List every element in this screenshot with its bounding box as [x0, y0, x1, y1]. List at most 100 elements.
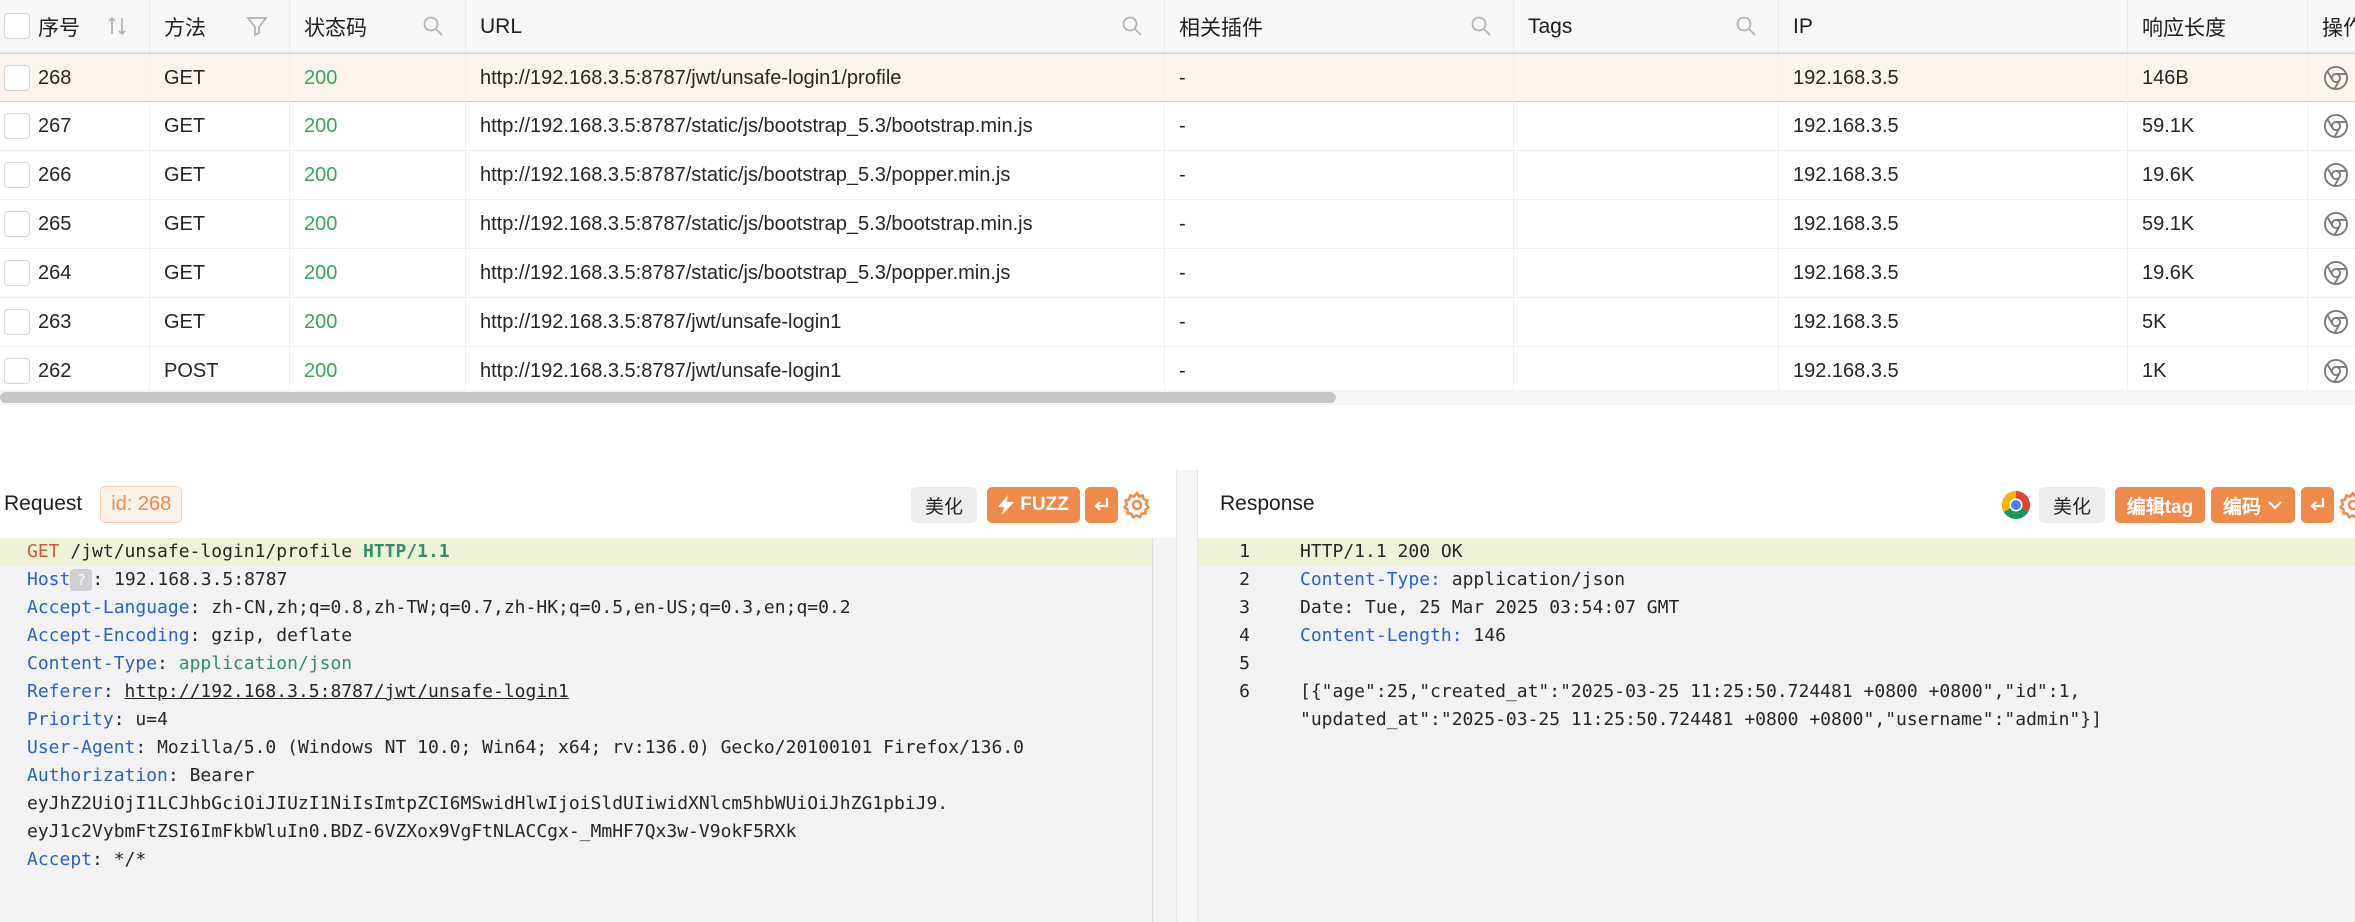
open-in-browser-icon[interactable] — [2322, 210, 2350, 238]
header-line-accept-encoding: Accept-Encoding: gzip, deflate — [27, 625, 353, 646]
response-wrap-toggle-button[interactable] — [2301, 487, 2334, 523]
header-line-accept: Accept: */* — [27, 849, 147, 870]
header-line-accept-language: Accept-Language: zh-CN,zh;q=0.8,zh-TW;q=… — [27, 597, 851, 618]
cell-plugin: - — [1165, 102, 1514, 150]
settings-gear-icon[interactable] — [2338, 490, 2355, 520]
requests-table: 序号 方法 状态码 URL 相关插件 Tags IP 响应长度 操作 268 G… — [0, 0, 2355, 405]
cell-ip: 192.168.3.5 — [1779, 298, 2128, 346]
cell-length: 1K — [2128, 347, 2308, 395]
cell-status: 200 — [290, 102, 466, 150]
cell-status: 200 — [290, 249, 466, 297]
table-row[interactable]: 268 GET 200 http://192.168.3.5:8787/jwt/uns… — [0, 53, 2355, 102]
cell-actions — [2308, 102, 2355, 150]
editor-scrollbar[interactable] — [1152, 538, 1176, 922]
header-line-referer: Referer: http://192.168.3.5:8787/jwt/uns… — [27, 681, 569, 702]
settings-gear-icon[interactable] — [1122, 490, 1152, 520]
beautify-button[interactable]: 美化 — [911, 487, 977, 523]
col-header-plugin[interactable]: 相关插件 — [1165, 0, 1514, 53]
table-row[interactable]: 266 GET 200 http://192.168.3.5:8787/static/… — [0, 151, 2355, 200]
cell-ip: 192.168.3.5 — [1779, 249, 2128, 297]
cell-method: GET — [150, 200, 290, 248]
referer-link[interactable]: http://192.168.3.5:8787/jwt/unsafe-login… — [125, 681, 569, 702]
cell-url: http://192.168.3.5:8787/static/js/bootst… — [466, 151, 1165, 199]
cell-length: 19.6K — [2128, 151, 2308, 199]
search-icon[interactable] — [421, 14, 445, 38]
cell-plugin: - — [1165, 249, 1514, 297]
cell-tags — [1514, 249, 1779, 297]
cell-url: http://192.168.3.5:8787/jwt/unsafe-login… — [466, 347, 1165, 395]
search-icon[interactable] — [1734, 14, 1758, 38]
cell-index: 265 — [24, 200, 150, 248]
cell-actions — [2308, 54, 2355, 102]
response-beautify-button[interactable]: 美化 — [2039, 487, 2105, 523]
cell-tags — [1514, 298, 1779, 346]
cell-plugin: - — [1165, 54, 1514, 102]
cell-length: 59.1K — [2128, 102, 2308, 150]
cell-url: http://192.168.3.5:8787/static/js/bootst… — [466, 200, 1165, 248]
request-line: GET /jwt/unsafe-login1/profile HTTP/1.1 — [0, 538, 1176, 566]
cell-plugin: - — [1165, 200, 1514, 248]
response-line: 3 Date: Tue, 25 Mar 2025 03:54:07 GMT — [1239, 597, 1680, 618]
col-header-ip[interactable]: IP — [1779, 0, 2128, 53]
request-editor[interactable]: GET /jwt/unsafe-login1/profile HTTP/1.1 … — [0, 538, 1176, 922]
header-line-user-agent: User-Agent: Mozilla/5.0 (Windows NT 10.0… — [27, 737, 1025, 758]
open-in-browser-icon[interactable] — [2322, 64, 2350, 92]
table-row[interactable]: 262 POST 200 http://192.168.3.5:8787/jwt/un… — [0, 347, 2355, 396]
col-header-length[interactable]: 响应长度 — [2128, 0, 2308, 53]
cell-url: http://192.168.3.5:8787/jwt/unsafe-login… — [466, 54, 1165, 102]
response-pane: Response 美化 编辑tag 编码 1 HTTP/1.1 200 OK 2C… — [1198, 470, 2355, 922]
pane-splitter[interactable] — [1176, 470, 1198, 922]
cell-method: GET — [150, 249, 290, 297]
cell-url: http://192.168.3.5:8787/static/js/bootst… — [466, 249, 1165, 297]
cell-url: http://192.168.3.5:8787/jwt/unsafe-login… — [466, 298, 1165, 346]
search-icon[interactable] — [1120, 14, 1144, 38]
cell-index: 263 — [24, 298, 150, 346]
open-in-browser-icon[interactable] — [2322, 308, 2350, 336]
search-icon[interactable] — [1469, 14, 1493, 38]
table-row[interactable]: 264 GET 200 http://192.168.3.5:8787/static/… — [0, 249, 2355, 298]
cell-status: 200 — [290, 200, 466, 248]
open-in-browser-icon[interactable] — [2322, 112, 2350, 140]
horizontal-scrollbar[interactable] — [0, 392, 1336, 403]
response-line: 4 Content-Length: 146 — [1239, 625, 1506, 646]
cell-index: 264 — [24, 249, 150, 297]
response-line: 1 HTTP/1.1 200 OK — [1198, 538, 2355, 566]
col-header-status[interactable]: 状态码 — [290, 0, 466, 53]
col-header-actions: 操作 — [2322, 16, 2355, 40]
open-in-browser-icon[interactable] — [2322, 259, 2350, 287]
response-viewer[interactable]: 1 HTTP/1.1 200 OK 2 Content-Type: applicat… — [1198, 538, 2355, 922]
table-header: 序号 方法 状态码 URL 相关插件 Tags IP 响应长度 操作 — [0, 0, 2355, 53]
cell-index: 267 — [24, 102, 150, 150]
col-header-url[interactable]: URL — [466, 0, 1165, 53]
cell-length: 5K — [2128, 298, 2308, 346]
filter-icon[interactable] — [245, 14, 269, 38]
table-row[interactable]: 265 GET 200 http://192.168.3.5:8787/static/… — [0, 200, 2355, 249]
chrome-icon[interactable] — [2001, 490, 2031, 520]
col-header-method[interactable]: 方法 — [150, 0, 290, 53]
cell-ip: 192.168.3.5 — [1779, 102, 2128, 150]
cell-index: 262 — [24, 347, 150, 395]
col-header-index[interactable]: 序号 — [24, 0, 150, 53]
wrap-toggle-button[interactable] — [1085, 487, 1118, 523]
cell-actions — [2308, 347, 2355, 395]
encode-dropdown[interactable]: 编码 — [2211, 487, 2295, 523]
fuzz-button[interactable]: FUZZ — [987, 487, 1080, 523]
cell-index: 268 — [24, 54, 150, 102]
response-body-wrap-line: "updated_at":"2025-03-25 11:25:50.724481… — [1300, 709, 2102, 730]
cell-ip: 192.168.3.5 — [1779, 54, 2128, 102]
response-title: Response — [1220, 492, 1315, 515]
cell-ip: 192.168.3.5 — [1779, 347, 2128, 395]
table-row[interactable]: 267 GET 200 http://192.168.3.5:8787/static/… — [0, 102, 2355, 151]
open-in-browser-icon[interactable] — [2322, 357, 2350, 385]
open-in-browser-icon[interactable] — [2322, 161, 2350, 189]
col-header-tags[interactable]: Tags — [1514, 0, 1779, 53]
sort-icon[interactable] — [105, 14, 129, 38]
response-line: 2 Content-Type: application/json — [1239, 569, 1626, 590]
edit-tag-button[interactable]: 编辑tag — [2115, 487, 2205, 523]
help-badge-icon[interactable]: ? — [70, 569, 93, 591]
table-row[interactable]: 263 GET 200 http://192.168.3.5:8787/jwt/uns… — [0, 298, 2355, 347]
response-toolbar: Response 美化 编辑tag 编码 — [1198, 470, 2355, 538]
cell-length: 19.6K — [2128, 249, 2308, 297]
cell-length: 59.1K — [2128, 200, 2308, 248]
cell-ip: 192.168.3.5 — [1779, 151, 2128, 199]
